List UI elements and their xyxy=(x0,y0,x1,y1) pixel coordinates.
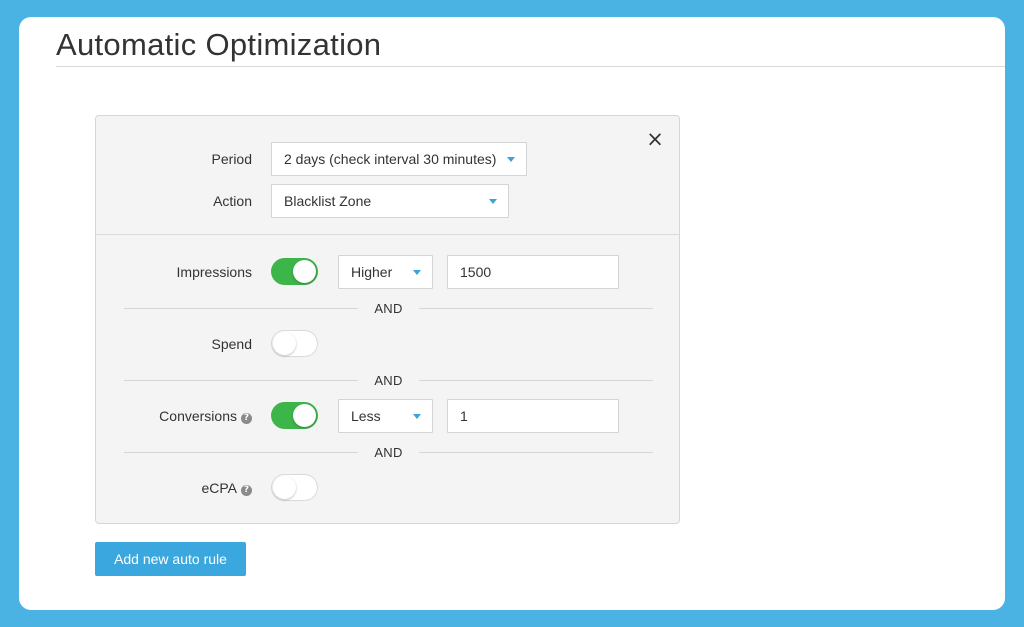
chevron-down-icon xyxy=(413,414,421,419)
separator-line xyxy=(419,380,653,381)
conversions-label-text: Conversions xyxy=(159,408,237,424)
auto-rule-panel: × Period 2 days (check interval 30 minut… xyxy=(95,115,680,524)
help-icon[interactable]: ? xyxy=(241,413,252,424)
spend-toggle[interactable] xyxy=(271,330,318,357)
section-divider xyxy=(96,234,679,235)
toggle-knob xyxy=(293,260,316,283)
chevron-down-icon xyxy=(489,199,497,204)
period-select[interactable]: 2 days (check interval 30 minutes) xyxy=(271,142,527,176)
chevron-down-icon xyxy=(413,270,421,275)
ecpa-toggle[interactable] xyxy=(271,474,318,501)
period-label: Period xyxy=(211,151,252,167)
conversions-operator-value: Less xyxy=(351,408,381,424)
page-title: Automatic Optimization xyxy=(56,27,382,62)
conversions-toggle[interactable] xyxy=(271,402,318,429)
spend-label: Spend xyxy=(211,336,252,352)
toggle-knob xyxy=(273,476,296,499)
conversions-value-input[interactable]: 1 xyxy=(447,399,619,433)
chevron-down-icon xyxy=(507,157,515,162)
conversions-label: Conversions? xyxy=(136,408,252,424)
and-separator: AND xyxy=(124,445,653,460)
separator-line xyxy=(419,452,653,453)
impressions-operator-select[interactable]: Higher xyxy=(338,255,433,289)
toggle-knob xyxy=(293,404,316,427)
action-label: Action xyxy=(213,193,252,209)
separator-line xyxy=(419,308,653,309)
period-select-value: 2 days (check interval 30 minutes) xyxy=(284,151,497,167)
impressions-label: Impressions xyxy=(176,264,252,280)
add-new-auto-rule-button[interactable]: Add new auto rule xyxy=(95,542,246,576)
close-icon[interactable]: × xyxy=(646,129,664,150)
impressions-operator-value: Higher xyxy=(351,264,393,280)
conversions-operator-select[interactable]: Less xyxy=(338,399,433,433)
impressions-value-input[interactable]: 1500 xyxy=(447,255,619,289)
help-icon[interactable]: ? xyxy=(241,485,252,496)
toggle-knob xyxy=(273,332,296,355)
action-select-value: Blacklist Zone xyxy=(284,193,372,209)
ecpa-label-text: eCPA xyxy=(201,480,237,496)
main-card: Automatic Optimization × Period 2 days (… xyxy=(19,17,1005,610)
title-divider xyxy=(56,66,1005,67)
impressions-toggle[interactable] xyxy=(271,258,318,285)
ecpa-label: eCPA? xyxy=(136,480,252,496)
and-separator: AND xyxy=(124,301,653,316)
action-select[interactable]: Blacklist Zone xyxy=(271,184,509,218)
and-separator: AND xyxy=(124,373,653,388)
